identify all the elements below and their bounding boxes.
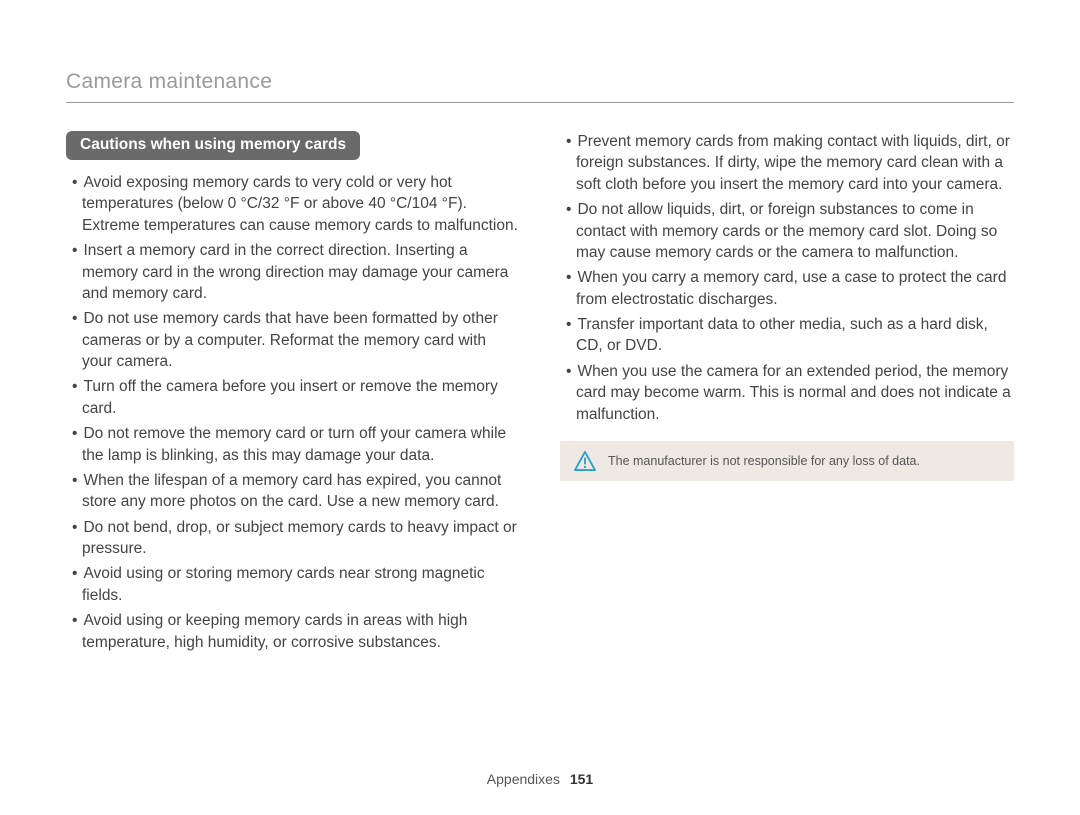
list-item: Do not remove the memory card or turn of… xyxy=(66,423,520,466)
list-item: Avoid exposing memory cards to very cold… xyxy=(66,172,520,236)
list-item: When you carry a memory card, use a case… xyxy=(560,267,1014,310)
right-bullet-list: Prevent memory cards from making contact… xyxy=(560,131,1014,425)
left-bullet-list: Avoid exposing memory cards to very cold… xyxy=(66,172,520,653)
left-column: Cautions when using memory cards Avoid e… xyxy=(66,131,520,657)
list-item: When you use the camera for an extended … xyxy=(560,361,1014,425)
warning-note: The manufacturer is not responsible for … xyxy=(560,441,1014,481)
list-item: When the lifespan of a memory card has e… xyxy=(66,470,520,513)
list-item: Avoid using or keeping memory cards in a… xyxy=(66,610,520,653)
footer-section-label: Appendixes xyxy=(487,771,560,787)
section-heading-pill: Cautions when using memory cards xyxy=(66,131,360,160)
list-item: Turn off the camera before you insert or… xyxy=(66,376,520,419)
warning-text: The manufacturer is not responsible for … xyxy=(608,454,920,468)
page-title: Camera maintenance xyxy=(66,70,1014,103)
right-column: Prevent memory cards from making contact… xyxy=(560,131,1014,657)
list-item: Insert a memory card in the correct dire… xyxy=(66,240,520,304)
list-item: Do not bend, drop, or subject memory car… xyxy=(66,517,520,560)
list-item: Prevent memory cards from making contact… xyxy=(560,131,1014,195)
warning-triangle-icon xyxy=(574,451,596,471)
list-item: Do not allow liquids, dirt, or foreign s… xyxy=(560,199,1014,263)
content-columns: Cautions when using memory cards Avoid e… xyxy=(66,131,1014,657)
page-footer: Appendixes 151 xyxy=(0,771,1080,787)
list-item: Transfer important data to other media, … xyxy=(560,314,1014,357)
list-item: Do not use memory cards that have been f… xyxy=(66,308,520,372)
page-number: 151 xyxy=(570,771,593,787)
list-item: Avoid using or storing memory cards near… xyxy=(66,563,520,606)
